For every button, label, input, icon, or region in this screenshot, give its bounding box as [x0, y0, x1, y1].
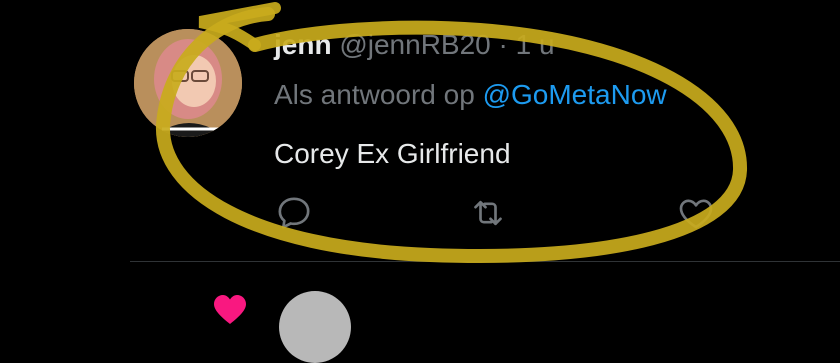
reply-prefix: Als antwoord op — [274, 79, 483, 110]
display-name[interactable]: jenn — [274, 29, 332, 60]
reply-icon — [278, 197, 310, 229]
next-tweet-liked-heart-icon — [210, 294, 250, 324]
separator: · — [498, 29, 508, 60]
tweet-header: jenn @jennRB20 · 1 u — [274, 26, 555, 64]
handle[interactable]: @jennRB20 — [339, 29, 490, 60]
avatar-image — [134, 29, 242, 137]
like-button[interactable] — [676, 193, 716, 233]
reply-mention-link[interactable]: @GoMetaNow — [483, 79, 667, 110]
heart-icon — [679, 199, 713, 229]
next-tweet-avatar[interactable] — [279, 291, 351, 363]
reply-button[interactable] — [274, 193, 314, 233]
timestamp[interactable]: 1 u — [516, 29, 555, 60]
retweet-icon — [474, 200, 502, 226]
retweet-button[interactable] — [468, 193, 508, 233]
tweet-divider — [130, 261, 840, 262]
tweet-text: Corey Ex Girlfriend — [274, 138, 511, 169]
avatar[interactable] — [134, 29, 242, 137]
reply-context: Als antwoord op @GoMetaNow — [274, 76, 667, 114]
